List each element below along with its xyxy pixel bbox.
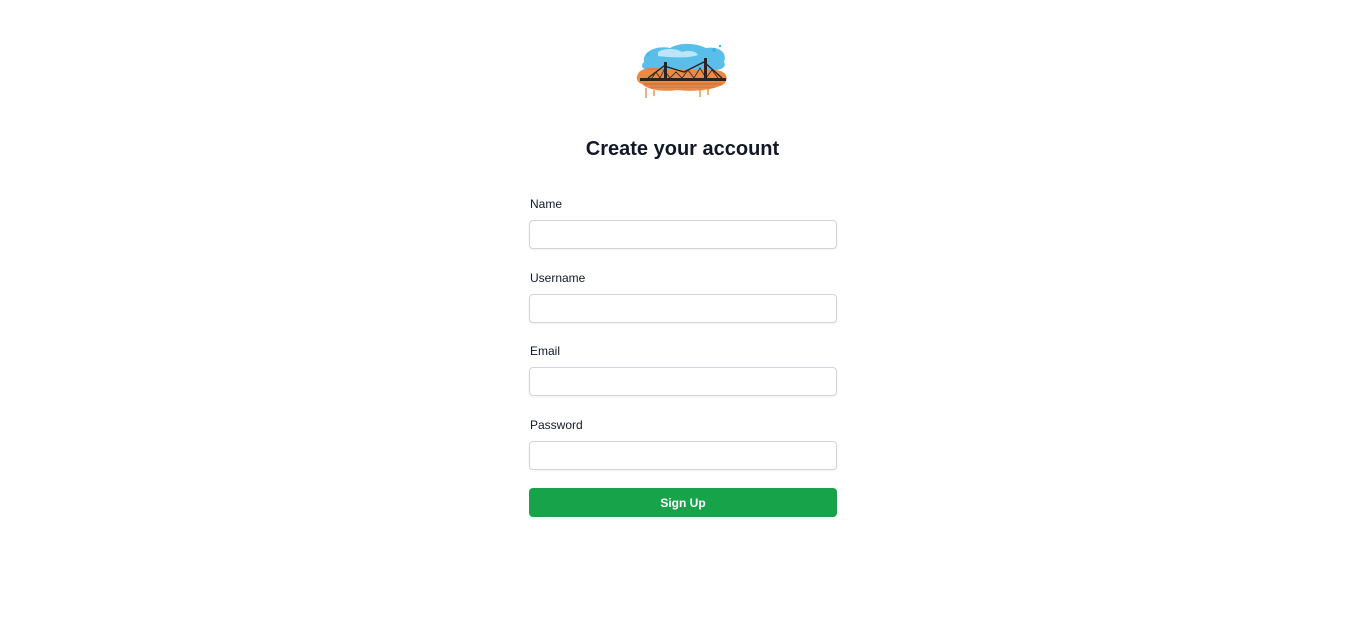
name-input[interactable] [529, 220, 837, 249]
signup-page: Create your account Name Username Email … [0, 0, 1365, 630]
bridge-logo-icon [636, 43, 727, 98]
name-field: Name [529, 196, 837, 270]
username-field: Username [529, 270, 837, 344]
email-field: Email [529, 343, 837, 417]
signup-form: Name Username Email Password [529, 196, 837, 490]
sign-up-button[interactable]: Sign Up [529, 488, 837, 517]
password-label: Password [530, 417, 583, 432]
page-title: Create your account [585, 138, 780, 160]
username-input[interactable] [529, 293, 837, 323]
name-label: Name [530, 197, 563, 211]
email-input[interactable] [529, 367, 837, 396]
email-label: Email [530, 344, 561, 358]
password-input[interactable] [529, 440, 837, 470]
username-label: Username [530, 270, 586, 285]
password-field: Password [529, 417, 837, 491]
